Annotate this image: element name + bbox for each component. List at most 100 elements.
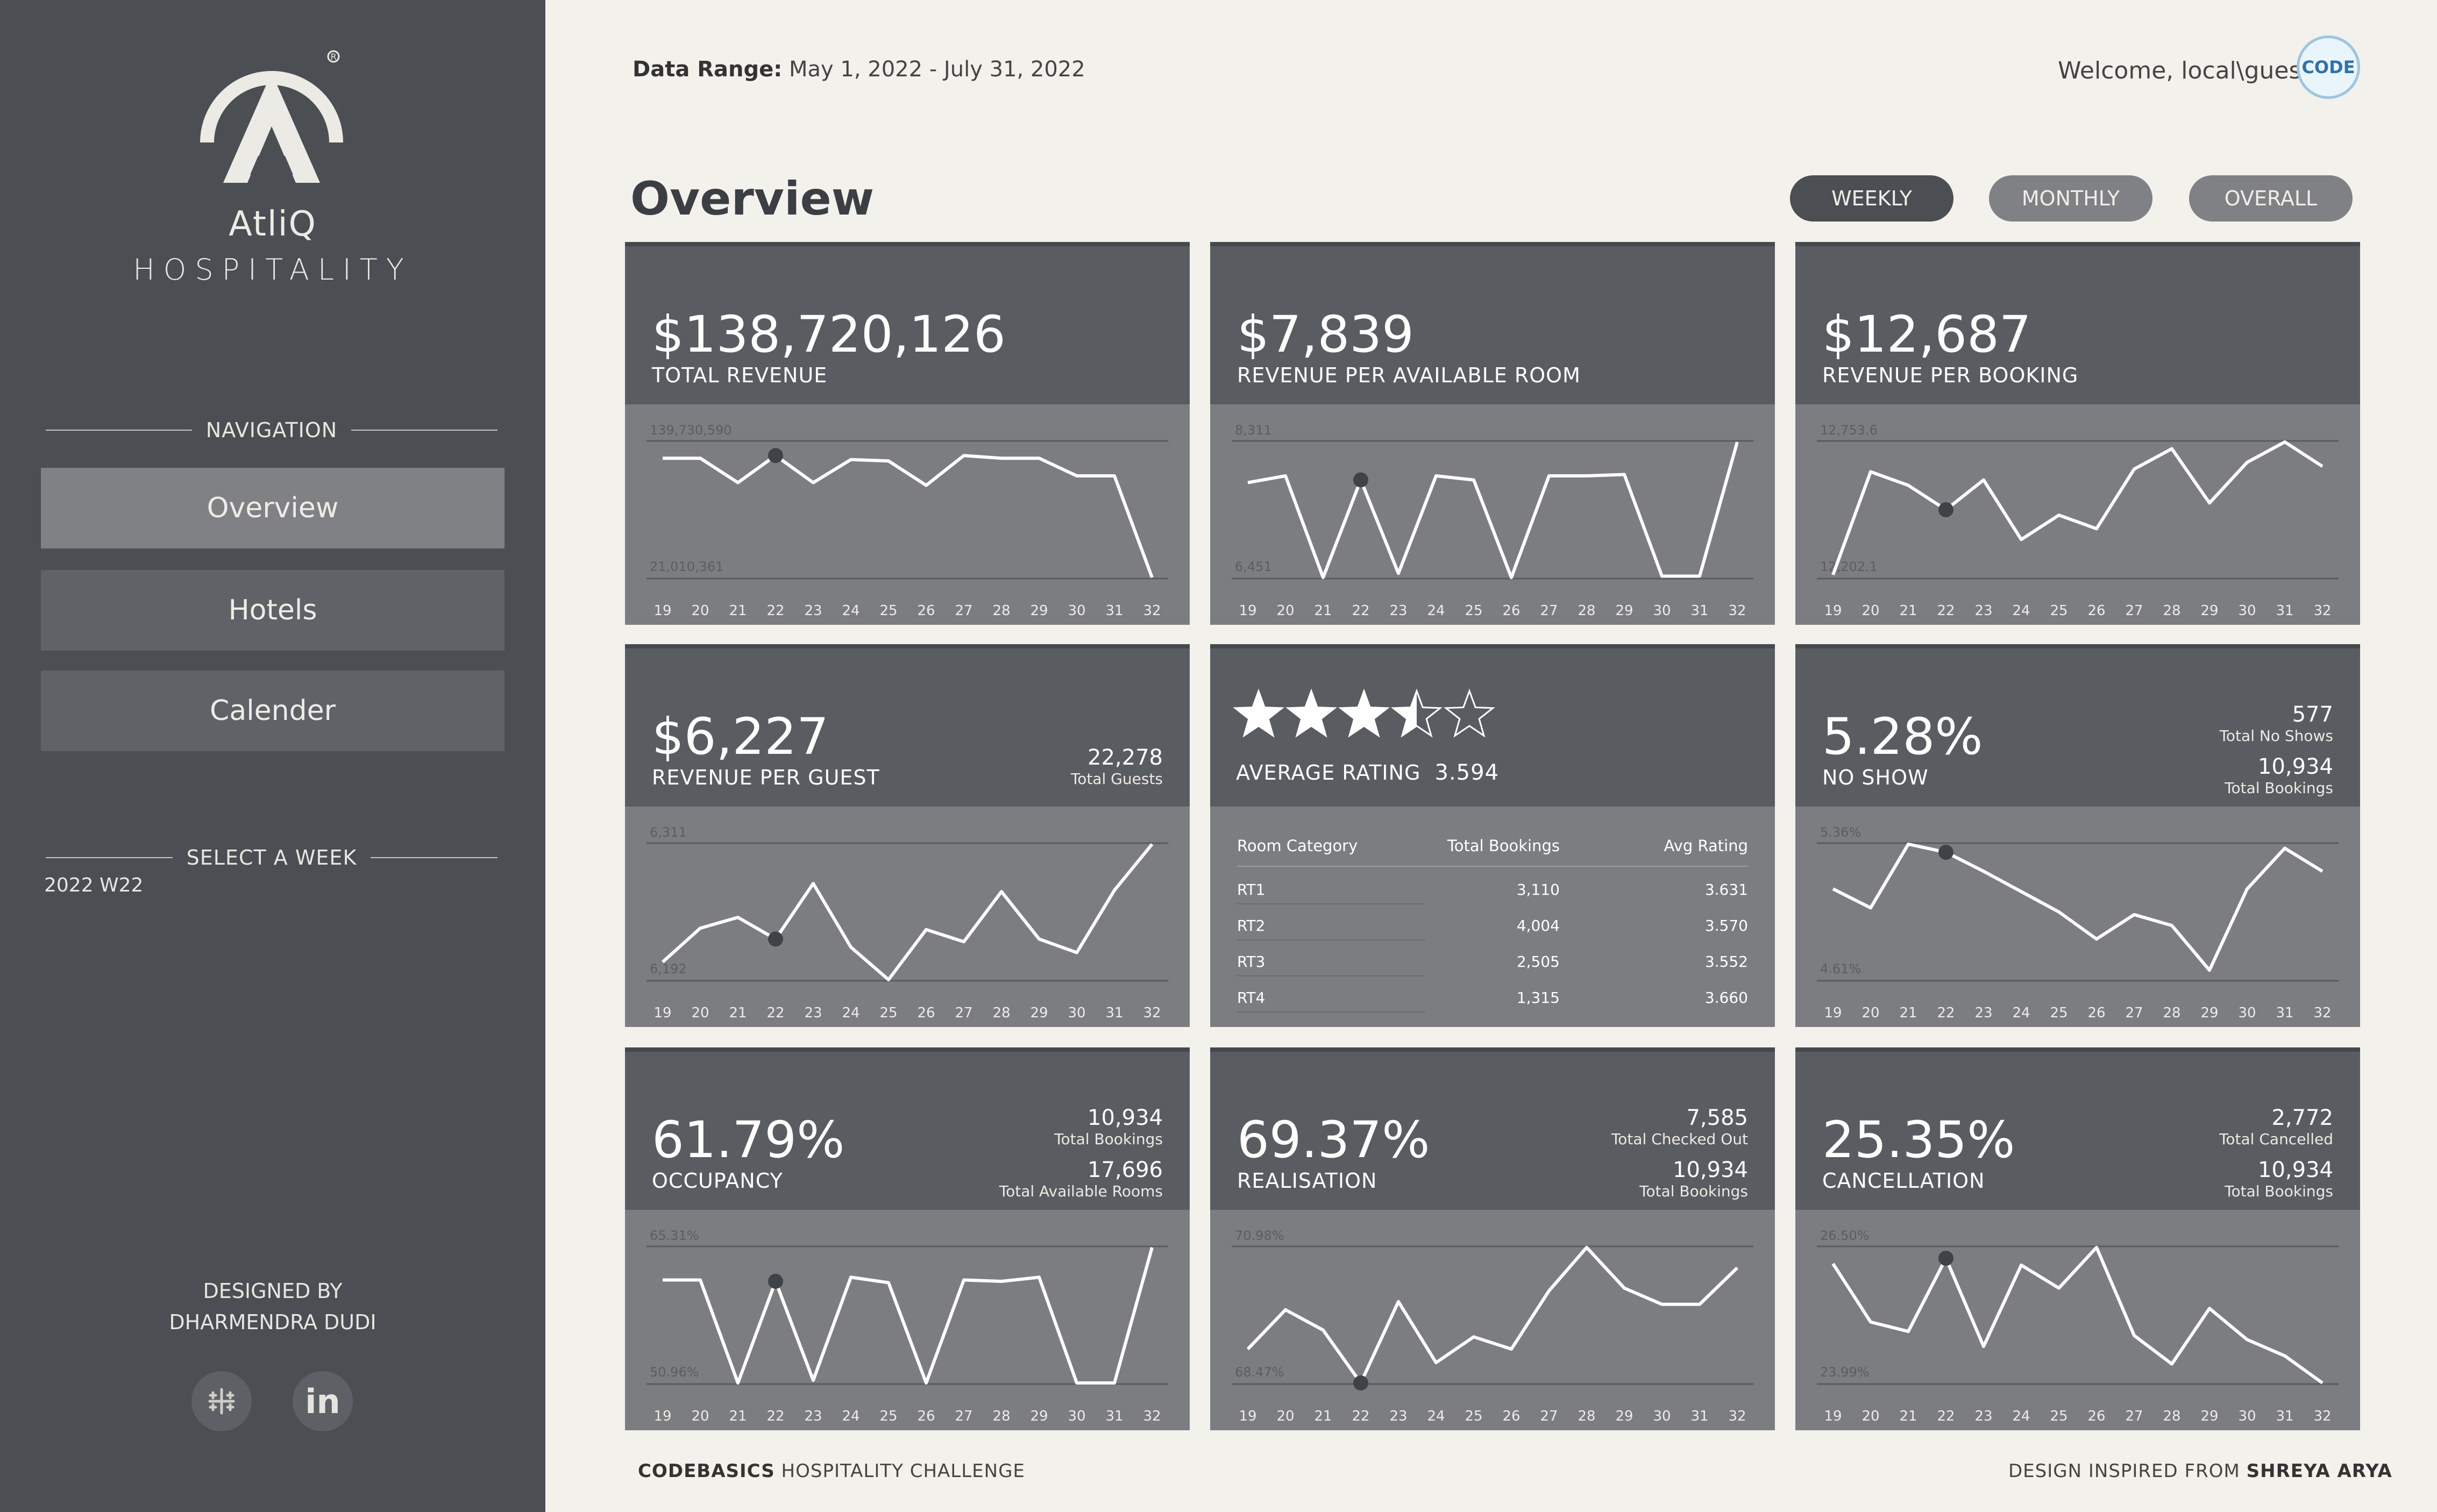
kpi-value: 61.79% bbox=[652, 1111, 845, 1169]
stat-caption: Total Cancelled bbox=[2219, 1130, 2333, 1148]
occupancy-card: 61.79% OCCUPANCY 10,934 Total Bookings 17,69… bbox=[625, 1047, 1190, 1430]
x-tick-label: 22 bbox=[766, 1005, 784, 1021]
x-tick-label: 19 bbox=[1239, 603, 1256, 619]
x-tick-label: 25 bbox=[2050, 1408, 2067, 1424]
x-tick-label: 25 bbox=[879, 603, 897, 619]
weekly-line-chart[interactable]: 26.50% 23.99% 19 20 21 22 23 24 25 26 27 28 29 30 31 32 bbox=[1795, 1210, 2360, 1430]
kpi-label: REVENUE PER AVAILABLE ROOM bbox=[1237, 363, 1581, 387]
welcome-text: Welcome, local\guest bbox=[2058, 57, 2311, 84]
table-cell: 3.570 bbox=[1704, 917, 1748, 935]
x-tick-label: 29 bbox=[2200, 1005, 2218, 1021]
x-tick-label: 21 bbox=[729, 1408, 747, 1424]
x-tick-label: 22 bbox=[1937, 1005, 1955, 1021]
y-max-label: 6,311 bbox=[650, 825, 687, 840]
x-tick-label: 21 bbox=[1899, 1005, 1917, 1021]
x-tick-label: 28 bbox=[992, 603, 1010, 619]
x-tick-label: 21 bbox=[729, 1005, 747, 1021]
stat-caption: Total Bookings bbox=[2225, 779, 2333, 797]
x-tick-label: 31 bbox=[1690, 603, 1708, 619]
x-tick-label: 20 bbox=[691, 1408, 709, 1424]
x-tick-label: 21 bbox=[1899, 603, 1917, 619]
tableau-icon[interactable] bbox=[191, 1371, 252, 1431]
star-empty-icon bbox=[1444, 688, 1495, 738]
x-tick-label: 23 bbox=[1389, 603, 1407, 619]
stat-caption: Total Bookings bbox=[1054, 1130, 1163, 1148]
nav-calender-button[interactable]: Calender bbox=[41, 671, 505, 751]
table-cell: RT2 bbox=[1237, 917, 1266, 935]
weekly-line-chart[interactable]: 70.98% 68.47% 19 20 21 22 23 24 25 26 27 28 29 30 31 32 bbox=[1210, 1210, 1775, 1430]
stat-value: 2,772 bbox=[2271, 1106, 2333, 1130]
y-max-label: 65.31% bbox=[650, 1228, 699, 1243]
y-max-label: 5.36% bbox=[1820, 825, 1861, 840]
selected-week-marker bbox=[768, 448, 783, 463]
x-tick-label: 27 bbox=[2125, 603, 2143, 619]
kpi-stat: 2,772 Total Cancelled bbox=[2219, 1106, 2333, 1148]
x-tick-label: 29 bbox=[2200, 1408, 2218, 1424]
series-line bbox=[663, 454, 1154, 579]
y-min-label: 23.99% bbox=[1820, 1365, 1870, 1380]
x-tick-label: 32 bbox=[1143, 1005, 1161, 1021]
toggle-overall[interactable]: OVERALL bbox=[2189, 175, 2353, 222]
nav-overview-button[interactable]: Overview bbox=[41, 468, 505, 548]
x-tick-label: 32 bbox=[1728, 603, 1746, 619]
toggle-weekly[interactable]: WEEKLY bbox=[1790, 175, 1953, 222]
x-tick-label: 24 bbox=[842, 1408, 859, 1424]
x-tick-label: 31 bbox=[1105, 603, 1123, 619]
x-tick-label: 26 bbox=[2087, 1408, 2105, 1424]
nav-hotels-button[interactable]: Hotels bbox=[41, 570, 505, 651]
footer-right: DESIGN INSPIRED FROM SHREYA ARYA bbox=[2008, 1460, 2392, 1482]
week-select-value[interactable]: 2022 W22 bbox=[44, 874, 143, 896]
x-tick-label: 19 bbox=[653, 1408, 671, 1424]
x-tick-label: 24 bbox=[1427, 603, 1445, 619]
x-tick-label: 31 bbox=[2276, 603, 2293, 619]
svg-text:R: R bbox=[330, 52, 336, 62]
x-tick-label: 25 bbox=[2050, 1005, 2067, 1021]
weekly-line-chart[interactable]: 139,730,590 21,010,361 19 20 21 22 23 24 25 26 27 2… bbox=[625, 404, 1190, 625]
stat-caption: Total Bookings bbox=[2225, 1182, 2333, 1200]
y-max-label: 12,753.6 bbox=[1820, 423, 1878, 438]
series-line bbox=[663, 1247, 1154, 1385]
x-tick-label: 22 bbox=[1352, 603, 1369, 619]
x-tick-label: 21 bbox=[1899, 1408, 1917, 1424]
table-cell: RT1 bbox=[1237, 881, 1266, 898]
codebasics-avatar[interactable]: CODE bbox=[2297, 35, 2360, 99]
x-tick-label: 24 bbox=[2012, 1005, 2030, 1021]
stat-caption: Total Bookings bbox=[1639, 1182, 1748, 1200]
x-tick-label: 24 bbox=[2012, 1408, 2030, 1424]
kpi-value: 25.35% bbox=[1822, 1111, 2015, 1169]
x-tick-label: 20 bbox=[691, 1005, 709, 1021]
x-tick-label: 30 bbox=[1068, 1408, 1085, 1424]
cancellation-card: 25.35% CANCELLATION 2,772 Total Cancelled 10… bbox=[1795, 1047, 2360, 1430]
kpi-stat: 17,696 Total Available Rooms bbox=[999, 1158, 1163, 1200]
weekly-line-chart[interactable]: 12,753.6 12,202.1 19 20 21 22 23 24 25 26 27 28 29 30… bbox=[1795, 404, 2360, 625]
x-tick-label: 22 bbox=[766, 1408, 784, 1424]
x-tick-label: 26 bbox=[2087, 1005, 2105, 1021]
x-tick-label: 32 bbox=[1143, 603, 1161, 619]
x-tick-label: 20 bbox=[1862, 1408, 1879, 1424]
y-min-label: 6,192 bbox=[650, 961, 687, 976]
weekly-line-chart[interactable]: 6,311 6,192 19 20 21 22 23 24 25 26 27 28 29 30 31 32 bbox=[625, 807, 1190, 1027]
x-tick-label: 20 bbox=[691, 603, 709, 619]
y-max-label: 8,311 bbox=[1235, 423, 1272, 438]
table-cell: RT4 bbox=[1237, 989, 1266, 1007]
no-show-card: 5.28% NO SHOW 577 Total No Shows 10,934 Total… bbox=[1795, 644, 2360, 1027]
x-tick-label: 19 bbox=[1824, 1005, 1842, 1021]
weekly-line-chart[interactable]: 5.36% 4.61% 19 20 21 22 23 24 25 26 27 28 29 30 31 32 bbox=[1795, 807, 2360, 1027]
weekly-line-chart[interactable]: 8,311 6,451 19 20 21 22 23 24 25 26 27 28 29 30 31 32 bbox=[1210, 404, 1775, 625]
weekly-line-chart[interactable]: 65.31% 50.96% 19 20 21 22 23 24 25 26 27 28 29 30 31 32 bbox=[625, 1210, 1190, 1430]
x-tick-label: 20 bbox=[1276, 1408, 1294, 1424]
table-cell: 3.552 bbox=[1704, 953, 1748, 971]
selected-week-marker bbox=[1353, 1375, 1368, 1390]
x-tick-label: 21 bbox=[729, 603, 747, 619]
toggle-monthly[interactable]: MONTHLY bbox=[1989, 175, 2152, 222]
x-tick-label: 27 bbox=[1540, 1408, 1558, 1424]
kpi-label: OCCUPANCY bbox=[652, 1169, 783, 1193]
stat-caption: Total Available Rooms bbox=[999, 1182, 1163, 1200]
kpi-stat: 10,934 Total Bookings bbox=[2225, 754, 2333, 797]
x-tick-label: 19 bbox=[653, 1005, 671, 1021]
x-tick-label: 21 bbox=[1314, 1408, 1332, 1424]
series-line bbox=[1832, 843, 2324, 972]
linkedin-icon[interactable]: in bbox=[293, 1371, 353, 1431]
navigation-heading: NAVIGATION bbox=[46, 418, 498, 442]
kpi-value: 5.28% bbox=[1822, 708, 1983, 766]
